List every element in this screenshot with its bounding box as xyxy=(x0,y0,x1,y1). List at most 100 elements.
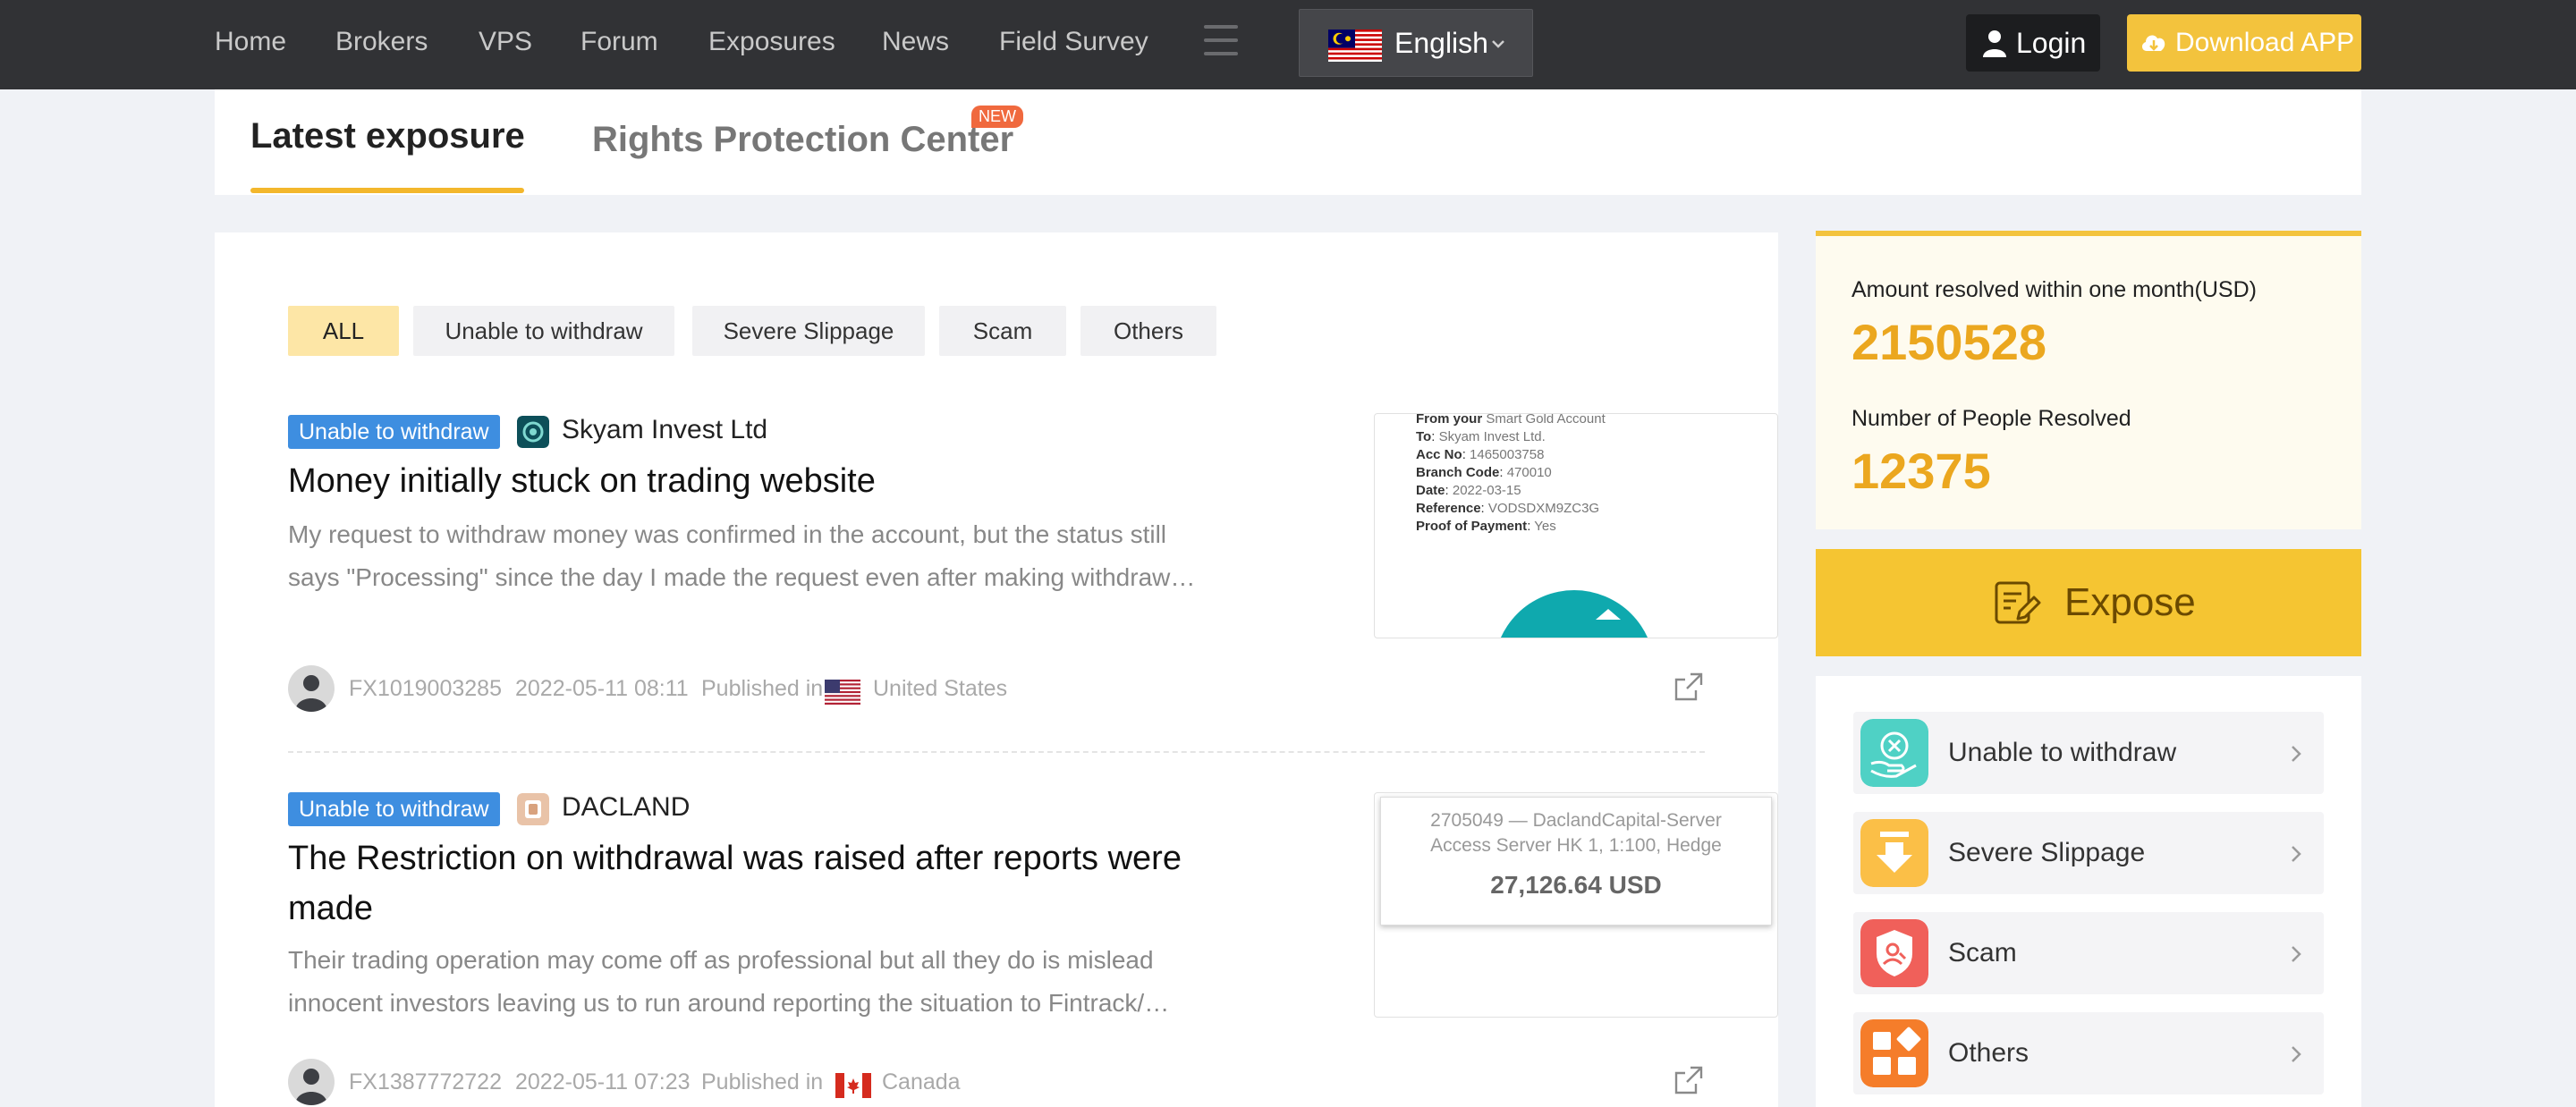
published-in-label: Published in xyxy=(701,676,824,701)
receipt-reference-label: Reference xyxy=(1416,501,1481,516)
category-unable-to-withdraw[interactable]: Unable to withdraw xyxy=(1853,712,2324,794)
hamburger-menu-icon[interactable] xyxy=(1204,25,1238,59)
country-name: Canada xyxy=(882,1069,961,1094)
expose-button[interactable]: Expose xyxy=(1816,549,2361,656)
post-excerpt-line: says "Processing" since the day I made t… xyxy=(288,563,1196,591)
post-divider xyxy=(288,751,1705,753)
share-icon[interactable] xyxy=(1671,1062,1707,1098)
shield-warning-icon xyxy=(1860,919,1928,987)
post-excerpt-line: Their trading operation may come off as … xyxy=(288,946,1154,974)
receipt-proof-label: Proof of Payment xyxy=(1416,519,1528,534)
receipt-text: From your Smart Gold Account To: Skyam I… xyxy=(1416,413,1606,534)
chevron-right-icon xyxy=(2292,846,2301,862)
chevron-down-icon xyxy=(1492,40,1504,48)
post-excerpt: Their trading operation may come off as … xyxy=(288,939,1254,1025)
teal-circle-graphic xyxy=(1500,590,1648,638)
account-line: Access Server HK 1, 1:100, Hedge xyxy=(1430,835,1722,856)
broker-logo-icon xyxy=(517,416,549,448)
active-tab-indicator xyxy=(250,188,524,193)
filter-others[interactable]: Others xyxy=(1080,306,1216,356)
category-tag: Unable to withdraw xyxy=(288,415,500,449)
us-flag-icon xyxy=(825,680,860,705)
category-scam[interactable]: Scam xyxy=(1853,912,2324,994)
post-screenshot-thumbnail[interactable]: 2705049 — DaclandCapital-Server Access S… xyxy=(1374,792,1778,1018)
avatar xyxy=(288,1059,335,1105)
avatar xyxy=(288,665,335,712)
resolution-stats-panel: Amount resolved within one month(USD) 21… xyxy=(1816,231,2361,529)
receipt-acc-label: Acc No xyxy=(1416,447,1462,462)
user-icon xyxy=(1983,30,2006,57)
receipt-acc-value: 1465003758 xyxy=(1470,447,1545,462)
post-excerpt-line: My request to withdraw money was confirm… xyxy=(288,520,1167,548)
category-severe-slippage[interactable]: Severe Slippage xyxy=(1853,812,2324,894)
download-app-label: Download APP xyxy=(2175,28,2355,57)
download-app-button[interactable]: Download APP xyxy=(2127,14,2361,72)
chevron-right-icon xyxy=(2292,1046,2301,1062)
user-id[interactable]: FX1387772722 xyxy=(349,1069,502,1095)
receipt-proof-value: Yes xyxy=(1534,519,1556,534)
user-id[interactable]: FX1019003285 xyxy=(349,676,502,702)
language-label: English xyxy=(1394,27,1488,59)
account-amount: 27,126.64 USD xyxy=(1490,871,1662,899)
filter-scam[interactable]: Scam xyxy=(939,306,1066,356)
receipt-to-value: Skyam Invest Ltd. xyxy=(1438,429,1546,444)
language-selector[interactable]: English xyxy=(1299,9,1533,77)
nav-news[interactable]: News xyxy=(882,0,949,89)
post-title-line: The Restriction on withdrawal was raised… xyxy=(288,840,1182,877)
nav-home[interactable]: Home xyxy=(215,0,286,89)
filter-severe-slippage[interactable]: Severe Slippage xyxy=(692,306,925,356)
receipt-to-label: To xyxy=(1416,429,1432,444)
account-line: 2705049 — DaclandCapital-Server xyxy=(1430,810,1722,831)
receipt-reference-value: VODSDXM9ZC3G xyxy=(1487,501,1600,516)
category-label: Scam xyxy=(1948,938,2017,968)
cloud-download-icon xyxy=(2141,35,2165,51)
post-excerpt: My request to withdraw money was confirm… xyxy=(288,513,1254,599)
post-excerpt-line: innocent investors leaving us to run aro… xyxy=(288,989,1170,1017)
exposure-post[interactable]: Unable to withdraw DACLAND The Restricti… xyxy=(288,790,1778,1105)
share-icon[interactable] xyxy=(1671,669,1707,705)
exposure-post[interactable]: Unable to withdraw Skyam Invest Ltd Mone… xyxy=(288,413,1778,712)
chevron-right-icon xyxy=(2292,746,2301,762)
grid-apps-icon xyxy=(1860,1019,1928,1087)
post-datetime: 2022-05-11 07:23 xyxy=(515,1069,691,1094)
canada-flag-icon xyxy=(835,1073,871,1098)
broker-name[interactable]: Skyam Invest Ltd xyxy=(562,415,767,445)
broker-name[interactable]: DACLAND xyxy=(562,792,690,823)
nav-forum[interactable]: Forum xyxy=(580,0,658,89)
nav-field-survey[interactable]: Field Survey xyxy=(999,0,1148,89)
post-title-line: made xyxy=(288,890,374,927)
tab-latest-exposure[interactable]: Latest exposure xyxy=(250,116,525,156)
people-resolved-label: Number of People Resolved xyxy=(1852,406,2131,431)
receipt-date-value: 2022-03-15 xyxy=(1452,483,1521,498)
chevron-right-icon xyxy=(2292,946,2301,962)
expose-label: Expose xyxy=(2064,580,2196,624)
receipt-branch-value: 470010 xyxy=(1506,465,1552,480)
account-card: 2705049 — DaclandCapital-Server Access S… xyxy=(1380,797,1772,925)
receipt-from-value: Smart Gold Account xyxy=(1486,413,1606,427)
tab-rights-protection-center[interactable]: Rights Protection Center xyxy=(592,120,1013,160)
nav-vps[interactable]: VPS xyxy=(479,0,532,89)
country-name: United States xyxy=(873,676,1008,701)
category-others[interactable]: Others xyxy=(1853,1012,2324,1094)
receipt-branch-label: Branch Code xyxy=(1416,465,1500,480)
post-datetime: 2022-05-11 08:11 xyxy=(515,676,689,701)
filter-all[interactable]: ALL xyxy=(288,306,399,356)
post-title[interactable]: The Restriction on withdrawal was raised… xyxy=(288,833,1272,934)
nav-exposures[interactable]: Exposures xyxy=(708,0,835,89)
login-button[interactable]: Login xyxy=(1966,14,2100,72)
login-label: Login xyxy=(2016,27,2087,59)
tab-bar: Latest exposure Rights Protection Center… xyxy=(215,89,2361,195)
nav-brokers[interactable]: Brokers xyxy=(335,0,428,89)
amount-resolved-label: Amount resolved within one month(USD) xyxy=(1852,277,2257,302)
receipt-date-label: Date xyxy=(1416,483,1445,498)
category-tag: Unable to withdraw xyxy=(288,792,500,826)
broker-logo-icon xyxy=(517,793,549,825)
people-resolved-value: 12375 xyxy=(1852,443,1991,499)
malaysia-flag-icon xyxy=(1328,30,1382,62)
filter-unable-to-withdraw[interactable]: Unable to withdraw xyxy=(413,306,674,356)
post-title[interactable]: Money initially stuck on trading website xyxy=(288,456,1272,506)
post-screenshot-thumbnail[interactable]: From your Smart Gold Account To: Skyam I… xyxy=(1374,413,1778,638)
receipt-from-label: From your xyxy=(1416,413,1483,427)
published-in-label: Published in xyxy=(701,1069,824,1094)
new-badge: NEW xyxy=(971,106,1023,128)
